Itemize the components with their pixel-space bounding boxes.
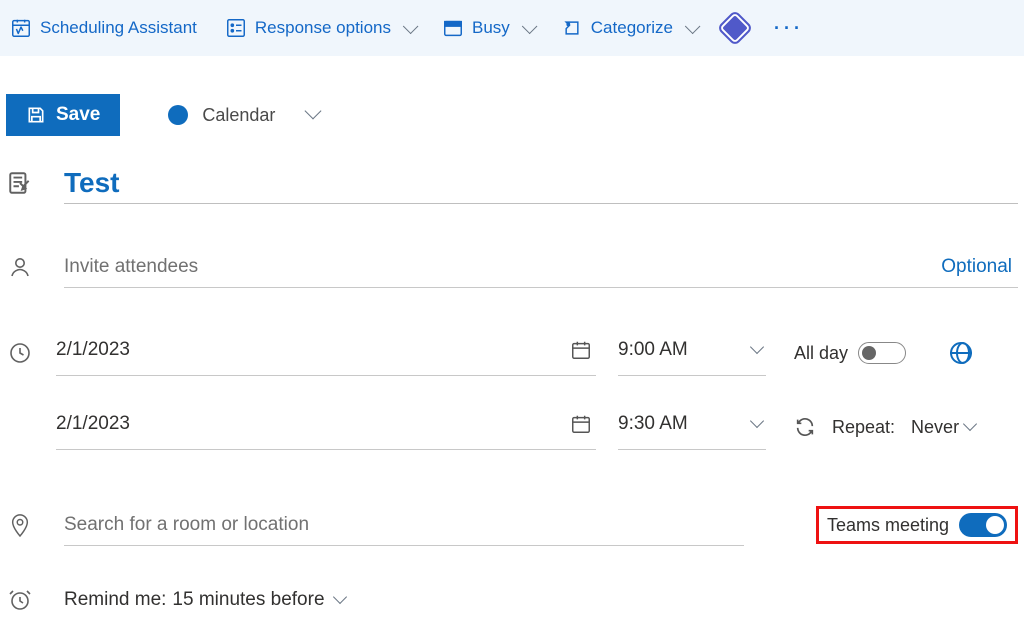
location-pin-icon (9, 512, 31, 538)
tag-icon (561, 17, 583, 39)
attendees-field[interactable]: Invite attendees Optional (64, 246, 1018, 288)
save-button[interactable]: Save (6, 94, 120, 136)
start-date-value: 2/1/2023 (56, 339, 130, 361)
reminder-value: 15 minutes before (172, 589, 324, 611)
more-options-button[interactable]: ··· (774, 18, 804, 39)
categorize-label: Categorize (591, 18, 673, 38)
reminder-dropdown[interactable]: Remind me: 15 minutes before (64, 589, 345, 611)
chevron-down-icon (750, 339, 764, 353)
attendees-placeholder: Invite attendees (64, 256, 941, 278)
start-time-value: 9:00 AM (618, 339, 688, 361)
start-date-input[interactable]: 2/1/2023 (56, 330, 596, 376)
end-time-value: 9:30 AM (618, 413, 688, 435)
alarm-clock-icon (8, 588, 32, 612)
teams-meeting-toggle[interactable] (959, 513, 1007, 537)
save-icon (26, 105, 46, 125)
categorize-button[interactable]: Categorize (561, 17, 696, 39)
location-row: Search for a room or location Teams meet… (6, 504, 1018, 546)
chevron-down-icon (332, 590, 346, 604)
chevron-down-icon (750, 413, 764, 427)
calendar-icon (570, 413, 592, 435)
calendar-picker[interactable]: Calendar (168, 105, 319, 126)
title-text: Test (64, 167, 1018, 199)
reminder-label: Remind me: (64, 589, 166, 611)
end-datetime-row: 2/1/2023 9:30 AM Repeat: Never (6, 404, 1018, 450)
repeat-label: Repeat: (832, 417, 895, 438)
command-toolbar: Scheduling Assistant Response options Bu… (0, 0, 1024, 56)
copilot-icon (719, 12, 750, 43)
response-options-icon (225, 17, 247, 39)
event-form: Test Invite attendees Optional 2/1/ (0, 162, 1024, 612)
start-time-input[interactable]: 9:00 AM (618, 330, 766, 376)
calendar-icon (570, 339, 592, 361)
save-label: Save (56, 104, 100, 126)
show-as-busy-button[interactable]: Busy (442, 17, 533, 39)
end-time-input[interactable]: 9:30 AM (618, 404, 766, 450)
all-day-control: All day (794, 342, 906, 364)
datetime-section: 2/1/2023 9:00 AM All day 2/1/2023 (6, 330, 1018, 450)
optional-attendees-link[interactable]: Optional (941, 256, 1018, 278)
attendees-row: Invite attendees Optional (6, 246, 1018, 288)
person-icon (8, 255, 32, 279)
title-row: Test (6, 162, 1018, 204)
repeat-value-dropdown[interactable]: Never (911, 417, 975, 438)
timezone-button[interactable] (950, 342, 972, 364)
save-row: Save Calendar (0, 56, 1024, 162)
chevron-down-icon (305, 103, 322, 120)
clock-icon (8, 341, 32, 365)
repeat-control: Repeat: Never (794, 416, 975, 438)
teams-meeting-label: Teams meeting (827, 515, 949, 536)
recurrence-icon[interactable] (794, 416, 816, 438)
response-options-button[interactable]: Response options (225, 17, 414, 39)
response-options-label: Response options (255, 18, 391, 38)
scheduling-assistant-label: Scheduling Assistant (40, 18, 197, 38)
end-date-value: 2/1/2023 (56, 413, 130, 435)
all-day-label: All day (794, 343, 848, 364)
scheduling-assistant-button[interactable]: Scheduling Assistant (10, 17, 197, 39)
repeat-value: Never (911, 417, 959, 438)
copilot-button[interactable] (724, 17, 746, 39)
location-field[interactable]: Search for a room or location (64, 504, 744, 546)
teams-meeting-highlight: Teams meeting (816, 506, 1018, 544)
calendar-color-dot (168, 105, 188, 125)
scheduling-assistant-icon (10, 17, 32, 39)
busy-label: Busy (472, 18, 510, 38)
all-day-toggle[interactable] (858, 342, 906, 364)
chevron-down-icon (963, 417, 977, 431)
location-placeholder: Search for a room or location (64, 514, 744, 536)
calendar-label: Calendar (202, 105, 275, 126)
edit-title-icon (7, 170, 33, 196)
start-datetime-row: 2/1/2023 9:00 AM All day (6, 330, 1018, 376)
busy-icon (442, 17, 464, 39)
end-date-input[interactable]: 2/1/2023 (56, 404, 596, 450)
reminder-row: Remind me: 15 minutes before (6, 588, 1018, 612)
title-field[interactable]: Test (64, 162, 1018, 204)
